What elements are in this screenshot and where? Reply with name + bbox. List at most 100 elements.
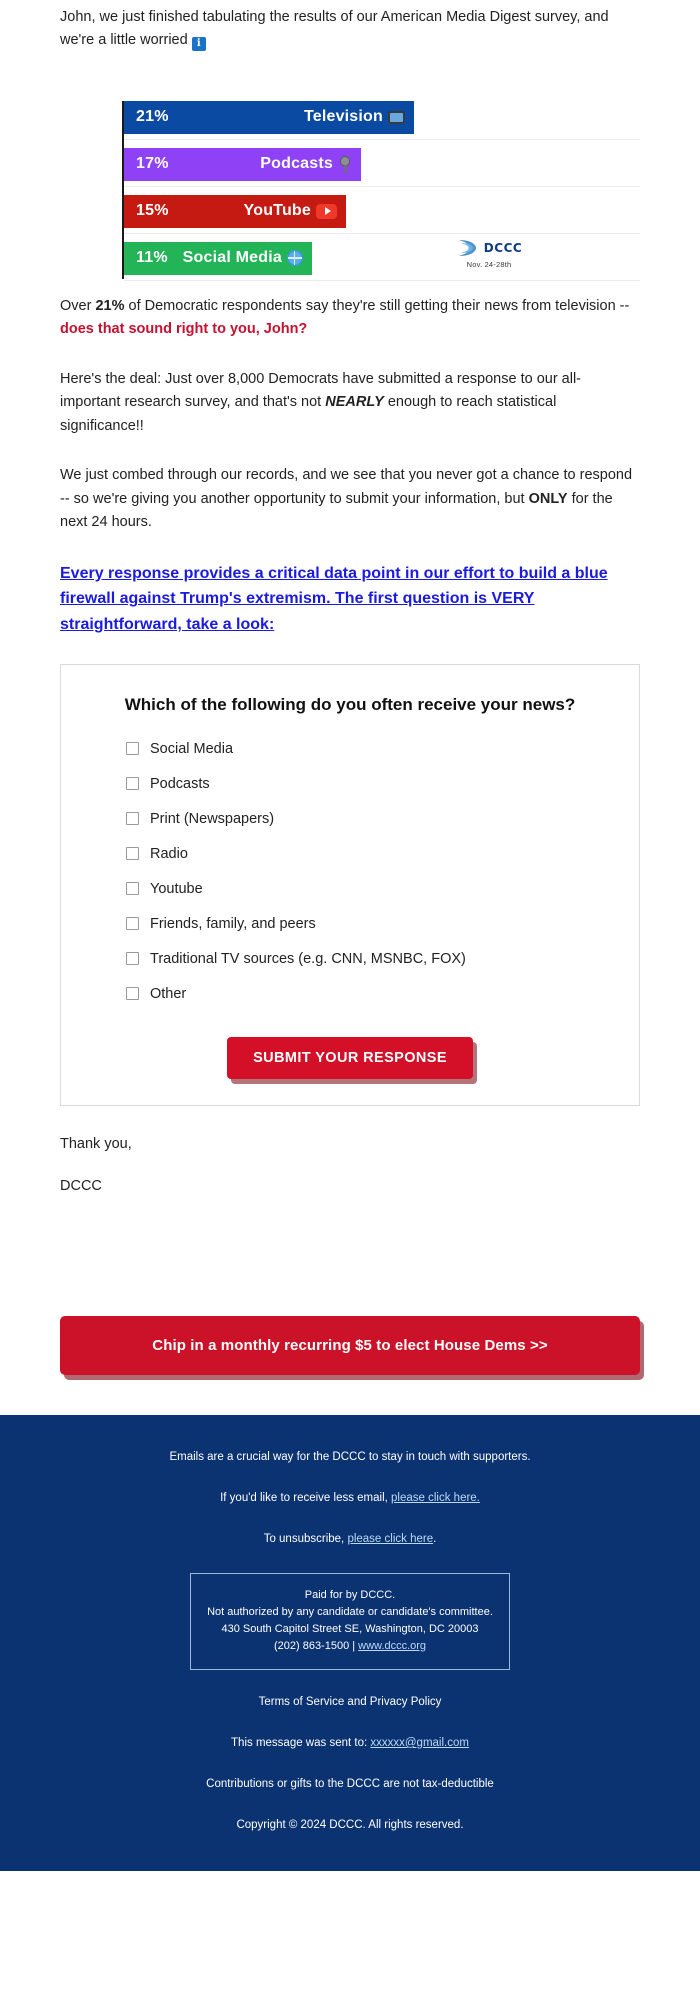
option-label: Traditional TV sources (e.g. CNN, MSNBC,… <box>150 950 466 967</box>
checkbox-icon[interactable] <box>126 987 139 1001</box>
survey-option-friends-family[interactable]: Friends, family, and peers <box>91 916 609 932</box>
youtube-play-icon <box>316 203 337 219</box>
checkbox-icon[interactable] <box>126 882 139 896</box>
p1-red-question: does that sound right to you, John? <box>60 321 308 338</box>
footer-copyright: Copyright © 2024 DCCC. All rights reserv… <box>236 1819 464 1832</box>
unsubscribe-link[interactable]: please click here <box>347 1533 433 1545</box>
bar-value-label: 15% <box>136 202 169 220</box>
chart-dccc-logo: DCCC Nov. 24-28th <box>446 237 532 269</box>
survey-option-print[interactable]: Print (Newspapers) <box>91 811 609 827</box>
signoff-section: Thank you, DCCC <box>60 1136 640 1194</box>
email-footer: Emails are a crucial way for the DCCC to… <box>0 1414 700 1871</box>
footer-line-unsubscribe: To unsubscribe, please click here. <box>40 1531 660 1548</box>
option-label: Youtube <box>150 880 203 897</box>
paragraph-2: Here's the deal: Just over 8,000 Democra… <box>60 368 640 438</box>
phone-number: (202) 863-1500 | <box>273 1639 359 1652</box>
survey-option-other[interactable]: Other <box>91 986 609 1002</box>
footer-terms: Terms of Service and Privacy Policy <box>40 1694 660 1711</box>
bar-label-group: Social Media <box>183 249 303 267</box>
chip-in-section: Chip in a monthly recurring $5 to elect … <box>0 1220 700 1415</box>
bar-value-label: 21% <box>136 108 169 126</box>
paragraph-3: We just combed through our records, and … <box>60 464 640 534</box>
p1-text-b: of Democratic respondents say they're st… <box>124 297 630 314</box>
footer-sent-to: This message was sent to: xxxxxx@gmail.c… <box>40 1735 660 1752</box>
bar-value-label: 11% <box>136 249 168 267</box>
unsubscribe-period: . <box>433 1533 437 1546</box>
p2-emphasis: NEARLY <box>325 394 384 411</box>
chart-bar-social-media: 11% Social Media <box>124 241 312 275</box>
option-label: Social Media <box>150 740 234 757</box>
chart-gridline <box>124 138 640 140</box>
email-body: John, we just finished tabulating the re… <box>0 0 700 1871</box>
recipient-email-link[interactable]: xxxxxx@gmail.com <box>370 1737 469 1749</box>
chart-gridline <box>124 279 640 281</box>
bar-label-group: YouTube <box>244 202 337 220</box>
submit-response-button[interactable]: SUBMIT YOUR RESPONSE <box>227 1036 473 1079</box>
survey-card: Which of the following do you often rece… <box>60 663 640 1106</box>
info-icon: i <box>191 37 206 52</box>
chart-plot-area: 21% Television 17% Podcasts 15% YouTube <box>60 95 640 285</box>
chart-bar-television: 21% Television <box>124 100 414 134</box>
chart-bar-podcasts: 17% Podcasts <box>124 147 361 181</box>
option-label: Podcasts <box>150 775 210 792</box>
signoff-name: DCCC <box>60 1177 102 1194</box>
footer-line-supporters: Emails are a crucial way for the DCCC to… <box>169 1450 531 1463</box>
bar-category-label: Social Media <box>182 249 282 267</box>
option-label: Friends, family, and peers <box>150 915 316 932</box>
chart-bar-youtube: 15% YouTube <box>124 194 346 228</box>
survey-option-social-media[interactable]: Social Media <box>91 741 609 757</box>
chart-date-range: Nov. 24-28th <box>466 259 512 269</box>
tv-icon <box>388 110 405 124</box>
chip-in-button[interactable]: Chip in a monthly recurring $5 to elect … <box>60 1315 640 1375</box>
chart-gridline <box>124 232 640 234</box>
dccc-swoosh-icon <box>456 237 480 259</box>
sent-to-text: This message was sent to: <box>231 1736 371 1749</box>
option-label: Other <box>150 985 187 1002</box>
survey-option-podcasts[interactable]: Podcasts <box>91 776 609 792</box>
paragraph-1: Over 21% of Democratic respondents say t… <box>60 295 640 342</box>
bar-category-label: Podcasts <box>260 155 333 173</box>
bar-label-group: Podcasts <box>260 155 352 173</box>
checkbox-icon[interactable] <box>126 812 139 826</box>
survey-option-traditional-tv[interactable]: Traditional TV sources (e.g. CNN, MSNBC,… <box>91 951 609 967</box>
less-email-text: If you'd like to receive less email, <box>220 1492 392 1504</box>
paid-for-disclaimer-box: Paid for by DCCC. Not authorized by any … <box>190 1572 510 1670</box>
less-email-link[interactable]: please click here. <box>391 1492 480 1504</box>
paid-for-line2: Not authorized by any candidate or candi… <box>207 1605 493 1618</box>
intro-paragraph: John, we just finished tabulating the re… <box>60 0 640 53</box>
dccc-logo-text: DCCC <box>483 240 523 255</box>
survey-option-youtube[interactable]: Youtube <box>91 881 609 897</box>
website-link[interactable]: www.dccc.org <box>358 1640 426 1652</box>
checkbox-icon[interactable] <box>126 847 139 861</box>
logo-row: DCCC <box>446 237 532 259</box>
checkbox-icon[interactable] <box>126 917 139 931</box>
paid-for-address: 430 South Capitol Street SE, Washington,… <box>221 1622 479 1635</box>
checkbox-icon[interactable] <box>126 952 139 966</box>
p1-text-a: Over <box>60 297 96 314</box>
p3-only: ONLY <box>528 490 568 507</box>
survey-question: Which of the following do you often rece… <box>124 694 576 714</box>
submit-row: SUBMIT YOUR RESPONSE <box>91 1021 609 1079</box>
intro-text: John, we just finished tabulating the re… <box>60 9 609 49</box>
cta-link[interactable]: Every response provides a critical data … <box>60 565 608 633</box>
microphone-icon <box>338 155 352 173</box>
checkbox-icon[interactable] <box>126 777 139 791</box>
bar-value-label: 17% <box>136 155 169 173</box>
bar-category-label: YouTube <box>243 202 311 220</box>
unsubscribe-text: To unsubscribe, <box>263 1533 348 1546</box>
survey-option-radio[interactable]: Radio <box>91 846 609 862</box>
bar-category-label: Television <box>303 108 383 126</box>
bar-label-group: Television <box>304 108 405 126</box>
checkbox-icon[interactable] <box>126 742 139 756</box>
chart-gridline <box>124 185 640 187</box>
cta-link-paragraph: Every response provides a critical data … <box>60 561 640 638</box>
globe-icon <box>287 250 303 267</box>
paid-for-line1: Paid for by DCCC. <box>304 1588 396 1601</box>
terms-link[interactable]: Terms of Service and Privacy Policy <box>259 1696 442 1708</box>
body-section: Over 21% of Democratic respondents say t… <box>0 295 700 1194</box>
footer-line-less-email: If you'd like to receive less email, ple… <box>40 1490 660 1507</box>
option-label: Print (Newspapers) <box>150 810 275 827</box>
footer-tax-notice: Contributions or gifts to the DCCC are n… <box>206 1778 494 1791</box>
option-label: Radio <box>150 845 188 862</box>
intro-section: John, we just finished tabulating the re… <box>0 0 700 53</box>
